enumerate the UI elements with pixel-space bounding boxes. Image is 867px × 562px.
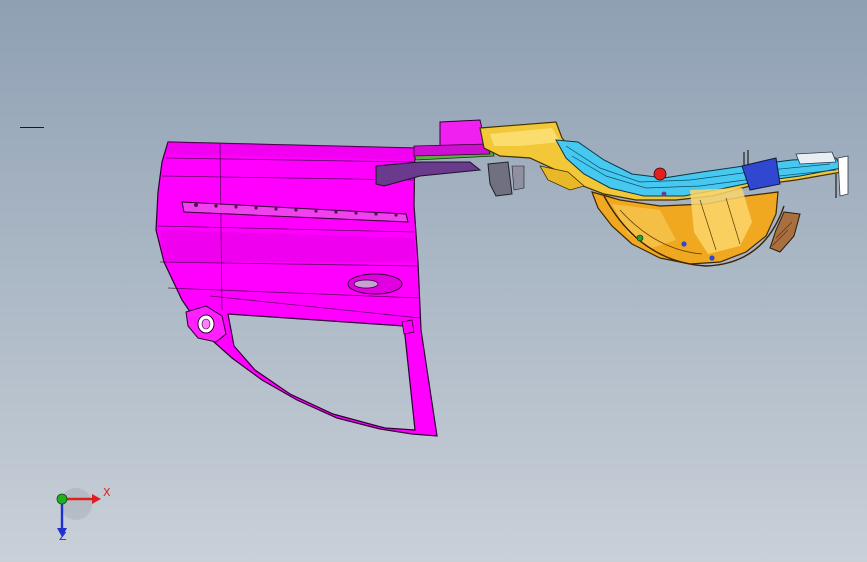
door-panel[interactable] bbox=[155, 141, 438, 437]
rocker-structure[interactable] bbox=[375, 119, 849, 267]
orientation-triad: X Z bbox=[44, 482, 124, 552]
x-axis-label: X bbox=[103, 486, 111, 499]
z-axis-label: Z bbox=[59, 530, 67, 543]
graphics-viewport[interactable]: X Z bbox=[0, 0, 867, 562]
cad-model[interactable] bbox=[0, 0, 867, 562]
triad-icon bbox=[56, 488, 101, 537]
door-handle bbox=[347, 273, 403, 295]
